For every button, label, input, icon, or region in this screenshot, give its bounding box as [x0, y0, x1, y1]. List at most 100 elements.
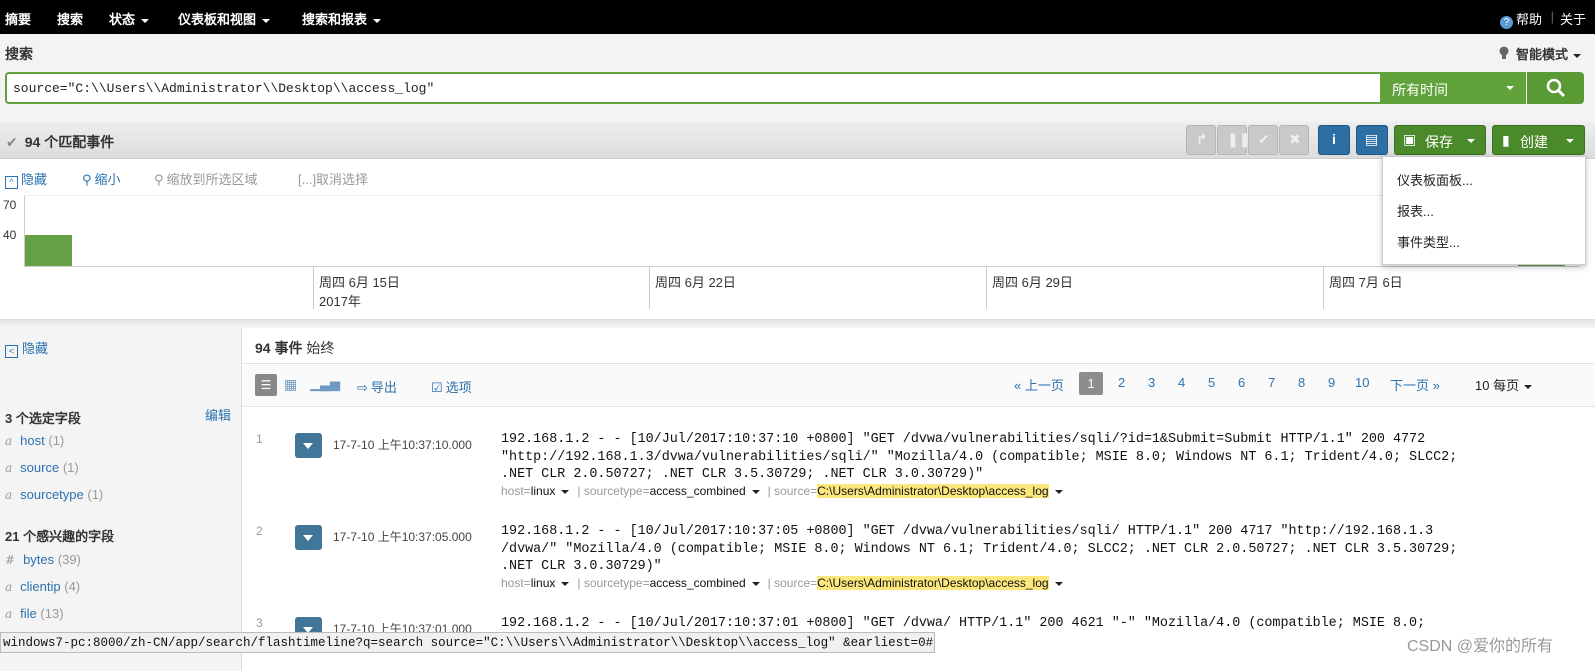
about-link[interactable]: 关于: [1560, 9, 1586, 28]
event-actions-button[interactable]: [295, 525, 322, 550]
timeline-hide-label: 隐藏: [21, 172, 48, 187]
cancel-button[interactable]: ✖: [1279, 125, 1309, 155]
page-9[interactable]: 9: [1328, 375, 1335, 390]
page-title: 搜索: [5, 46, 33, 62]
page-2[interactable]: 2: [1118, 375, 1125, 390]
deselect-button[interactable]: [...]取消选择: [298, 169, 368, 188]
field-name: sourcetype: [20, 487, 84, 502]
chevron-down-icon[interactable]: [751, 582, 760, 586]
page-4[interactable]: 4: [1178, 375, 1185, 390]
field-clientip[interactable]: a clientip (4): [5, 579, 80, 594]
chevron-down-icon[interactable]: [1054, 490, 1063, 494]
source-value[interactable]: C:\Users\Administrator\Desktop\access_lo…: [817, 484, 1049, 498]
nav-summary[interactable]: 摘要: [5, 9, 31, 28]
menu-item-dashboard-panel[interactable]: 仪表板面板...: [1397, 170, 1473, 189]
field-bytes[interactable]: # bytes (39): [5, 552, 81, 567]
search-input-wrapper: [5, 72, 1382, 104]
smart-mode-dropdown[interactable]: 智能模式: [1498, 44, 1581, 63]
smart-mode-label: 智能模式: [1515, 47, 1568, 62]
host-value[interactable]: linux: [531, 484, 556, 498]
host-value[interactable]: linux: [531, 576, 556, 590]
print-icon: ▤: [1365, 131, 1379, 147]
page-1[interactable]: 1: [1079, 372, 1103, 395]
search-button[interactable]: [1527, 72, 1584, 104]
field-host[interactable]: a host (1): [5, 433, 64, 448]
meta-separator: |: [767, 576, 771, 590]
collapse-left-icon: <: [5, 345, 18, 358]
edit-fields-link[interactable]: 编辑: [205, 405, 231, 424]
create-menu: 仪表板面板... 报表... 事件类型...: [1382, 156, 1586, 265]
table-icon: ▦: [284, 376, 298, 392]
job-inspector-button[interactable]: i: [1318, 125, 1350, 155]
timeline-hide-button[interactable]: ^ 隐藏: [5, 169, 47, 189]
finalize-button[interactable]: ✔: [1248, 125, 1278, 155]
save-button[interactable]: ▣ 保存: [1394, 125, 1486, 155]
nav-separator: |: [1550, 9, 1554, 24]
sourcetype-key: sourcetype=: [583, 484, 650, 498]
chevron-down-icon[interactable]: [561, 490, 570, 494]
chevron-down-icon[interactable]: [1054, 582, 1063, 586]
options-button[interactable]: ☑ 选项: [431, 377, 472, 396]
x-tick: [986, 267, 987, 309]
field-sourcetype[interactable]: a sourcetype (1): [5, 487, 103, 502]
page-7[interactable]: 7: [1268, 375, 1275, 390]
sourcetype-value[interactable]: access_combined: [650, 484, 746, 498]
x-tick-label: 周四 6月 22日: [655, 275, 736, 290]
page-10[interactable]: 10: [1355, 375, 1369, 390]
chevron-down-icon[interactable]: [561, 582, 570, 586]
field-count: (13): [40, 606, 64, 621]
y-tick-label: 40: [3, 228, 17, 242]
help-label: 帮助: [1515, 12, 1542, 27]
page-5[interactable]: 5: [1208, 375, 1215, 390]
field-count: (4): [64, 579, 81, 594]
page-6[interactable]: 6: [1238, 375, 1245, 390]
nav-status[interactable]: 状态: [109, 9, 150, 28]
send-to-background-button[interactable]: ↱: [1186, 125, 1216, 155]
chevron-down-icon: [1524, 384, 1533, 389]
search-input[interactable]: [7, 74, 1382, 102]
x-tick-label: 周四 7月 6日: [1329, 275, 1403, 290]
event-number: 2: [256, 524, 263, 538]
zoom-selection-button[interactable]: ⚲ 缩放到所选区域: [154, 169, 258, 188]
chevron-down-icon: [141, 18, 150, 23]
help-link[interactable]: ? 帮助: [1499, 9, 1542, 29]
create-label: 创建: [1520, 134, 1548, 150]
panel-divider[interactable]: [0, 320, 1595, 328]
page-3[interactable]: 3: [1148, 375, 1155, 390]
prev-page-link[interactable]: « 上一页: [1014, 375, 1064, 394]
chart-view-button[interactable]: ▁▃▅: [310, 376, 340, 392]
string-type-icon: a: [5, 580, 13, 594]
nav-dashboards[interactable]: 仪表板和视图: [178, 9, 271, 28]
chevron-down-icon[interactable]: [751, 490, 760, 494]
menu-item-report[interactable]: 报表...: [1397, 201, 1434, 220]
create-button[interactable]: ▮ 创建: [1492, 125, 1585, 155]
source-key: source=: [774, 576, 818, 590]
pause-button[interactable]: ❚❚: [1217, 125, 1250, 155]
event-actions-button[interactable]: [295, 433, 322, 458]
nav-search-reports[interactable]: 搜索和报表: [302, 9, 382, 28]
menu-item-event-type[interactable]: 事件类型...: [1397, 232, 1460, 251]
sidebar-hide-button[interactable]: < 隐藏: [5, 338, 48, 358]
list-view-button[interactable]: ☰: [255, 374, 277, 396]
field-file[interactable]: a file (13): [5, 606, 64, 621]
export-button[interactable]: ⇨ 导出: [357, 377, 397, 396]
event-raw-text: 192.168.1.2 - - [10/Jul/2017:10:37:05 +0…: [501, 524, 1458, 574]
time-range-picker[interactable]: 所有时间: [1380, 72, 1526, 104]
next-page-link[interactable]: 下一页 »: [1390, 375, 1440, 394]
timeline-chart[interactable]: [24, 196, 1579, 267]
zoom-out-button[interactable]: ⚲ 缩小: [82, 169, 121, 188]
match-count: ✔ 94 个匹配事件: [6, 132, 114, 152]
chart-icon: ▁▃▅: [310, 376, 340, 391]
nav-search[interactable]: 搜索: [57, 9, 83, 28]
timeline-bar[interactable]: [25, 235, 72, 266]
x-tick: [649, 267, 650, 309]
field-source[interactable]: a source (1): [5, 460, 79, 475]
print-button[interactable]: ▤: [1356, 125, 1388, 155]
page-8[interactable]: 8: [1298, 375, 1305, 390]
source-value[interactable]: C:\Users\Administrator\Desktop\access_lo…: [817, 576, 1049, 590]
sourcetype-value[interactable]: access_combined: [650, 576, 746, 590]
table-view-button[interactable]: ▦: [284, 376, 297, 393]
per-page-dropdown[interactable]: 10 每页: [1475, 375, 1533, 394]
event-meta: host=linux | sourcetype=access_combined | …: [501, 484, 1071, 498]
check-icon: ✔: [1258, 131, 1270, 147]
